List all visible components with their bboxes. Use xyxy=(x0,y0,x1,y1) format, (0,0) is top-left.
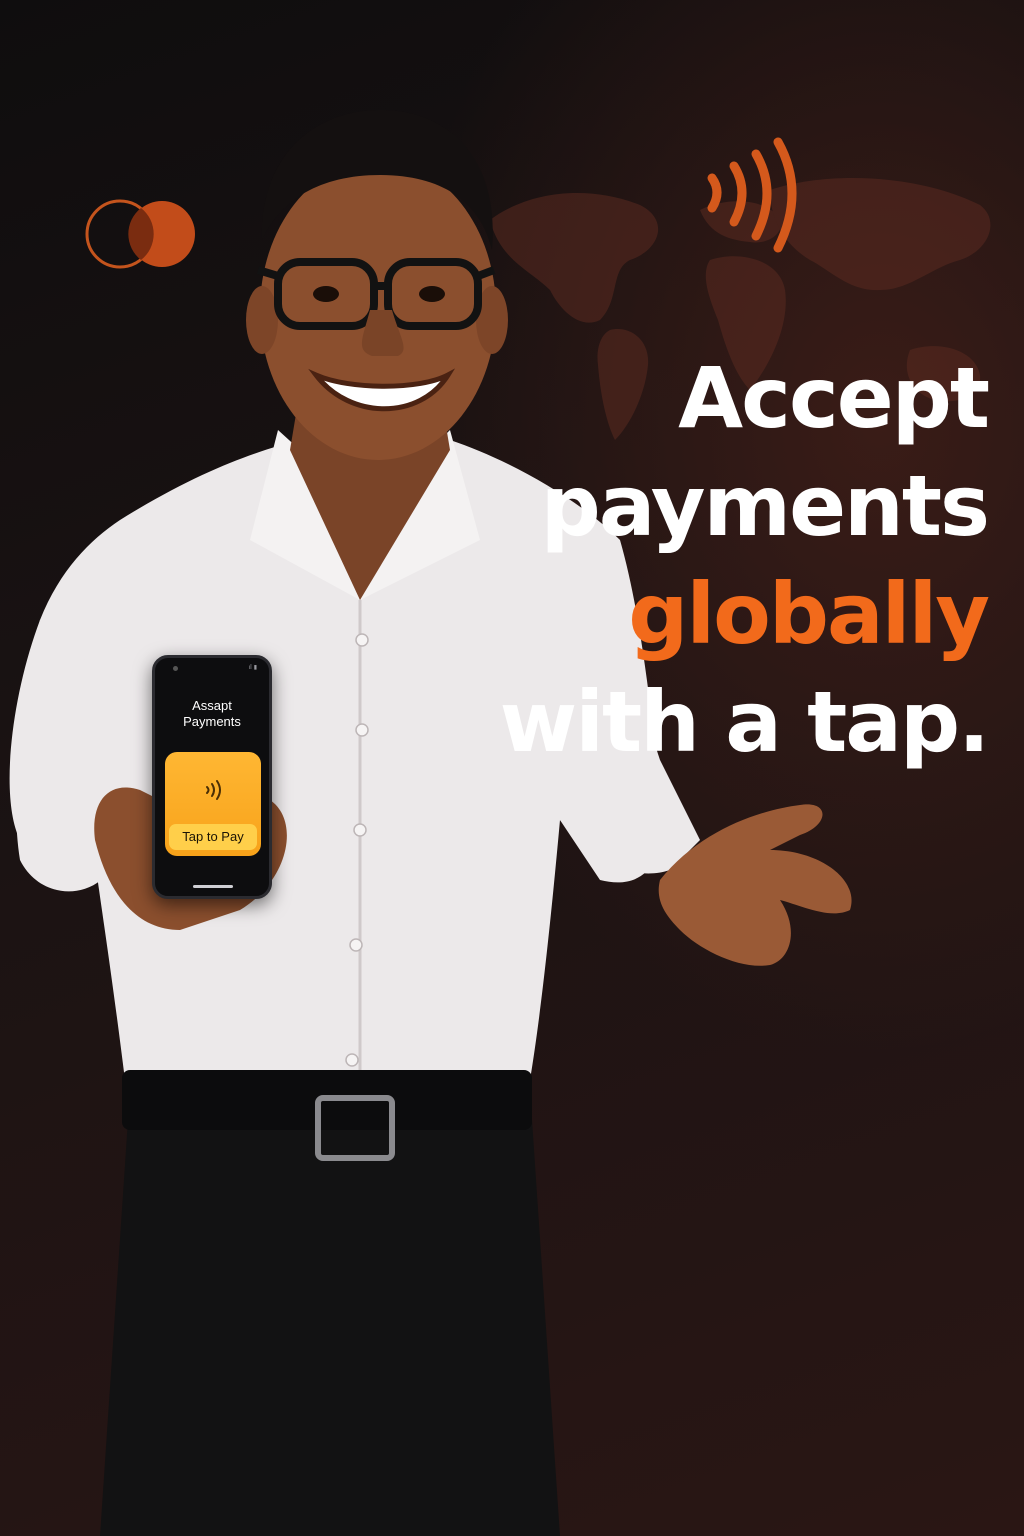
headline-line-3-accent: globally xyxy=(628,565,990,663)
tap-to-pay-button[interactable]: Tap to Pay xyxy=(169,824,257,850)
smartphone: ıl ▮ Assapt Payments Tap to Pay xyxy=(152,655,272,899)
headline-line-2: payments xyxy=(540,457,990,555)
headline-line-4: with a tap. xyxy=(499,673,990,771)
ad-poster: ıl ▮ Assapt Payments Tap to Pay Accept p… xyxy=(0,0,1024,1536)
app-title-line1: Assapt xyxy=(192,698,232,713)
home-indicator xyxy=(193,885,233,888)
status-bar: ıl ▮ xyxy=(248,664,257,671)
payment-card: Tap to Pay xyxy=(165,752,261,856)
headline-line-1: Accept xyxy=(678,349,990,447)
headline: Accept payments globally with a tap. xyxy=(368,344,990,776)
camera-icon xyxy=(173,666,178,671)
app-title: Assapt Payments xyxy=(155,698,269,730)
app-title-line2: Payments xyxy=(183,714,241,729)
contactless-icon xyxy=(206,780,221,800)
